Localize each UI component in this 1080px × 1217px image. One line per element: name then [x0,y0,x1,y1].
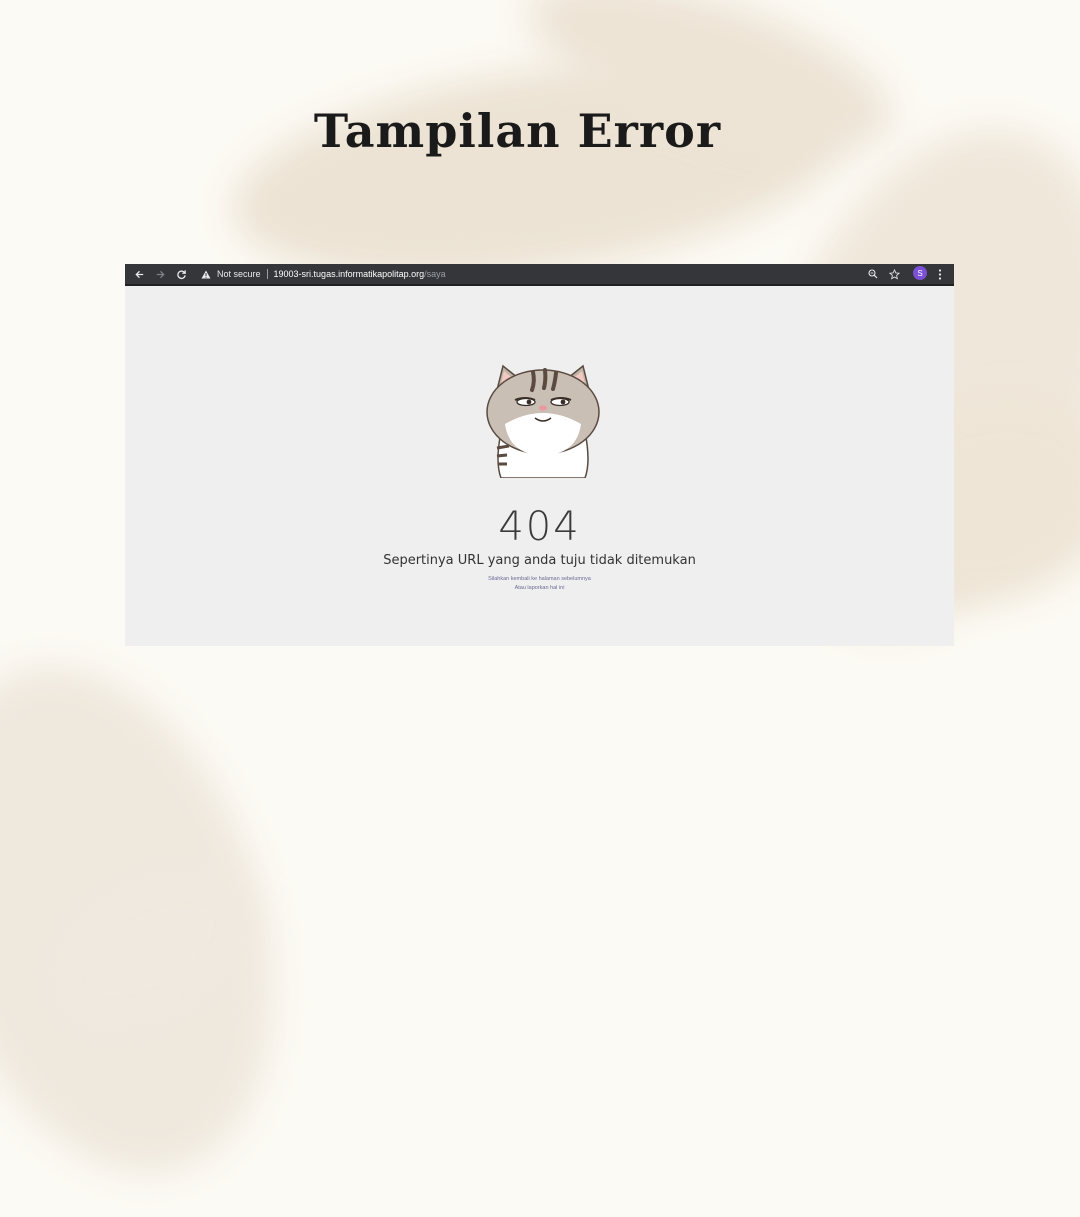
error-page: 404 Sepertinya URL yang anda tuju tidak … [125,286,954,646]
reload-icon[interactable] [174,267,188,281]
browser-window: Not secure 19003-sri.tugas.informatikapo… [125,264,954,646]
zoom-icon[interactable] [866,267,880,281]
error-code: 404 [498,504,581,550]
error-message: Sepertinya URL yang anda tuju tidak dite… [383,553,696,568]
cat-illustration [486,364,600,478]
url-host: 19003-sri.tugas.informatikapolitap.org [273,269,425,279]
star-icon[interactable] [887,267,901,281]
profile-avatar[interactable]: S [913,266,927,280]
back-arrow-icon[interactable] [132,267,146,281]
back-link[interactable]: Silahkan kembali ke halaman sebelumnya [125,576,954,582]
divider [266,269,268,279]
report-link[interactable]: Atau laporkan hal ini [125,585,954,591]
forward-arrow-icon[interactable] [153,267,167,281]
menu-dots-icon[interactable] [933,267,947,281]
url-path: /saya [424,269,446,279]
warning-icon [201,268,213,280]
security-label[interactable]: Not secure [217,269,261,279]
address-bar[interactable]: Not secure 19003-sri.tugas.informatikapo… [195,266,929,282]
browser-toolbar: Not secure 19003-sri.tugas.informatikapo… [125,264,954,286]
slide-title: Tampilan Error [313,104,722,158]
